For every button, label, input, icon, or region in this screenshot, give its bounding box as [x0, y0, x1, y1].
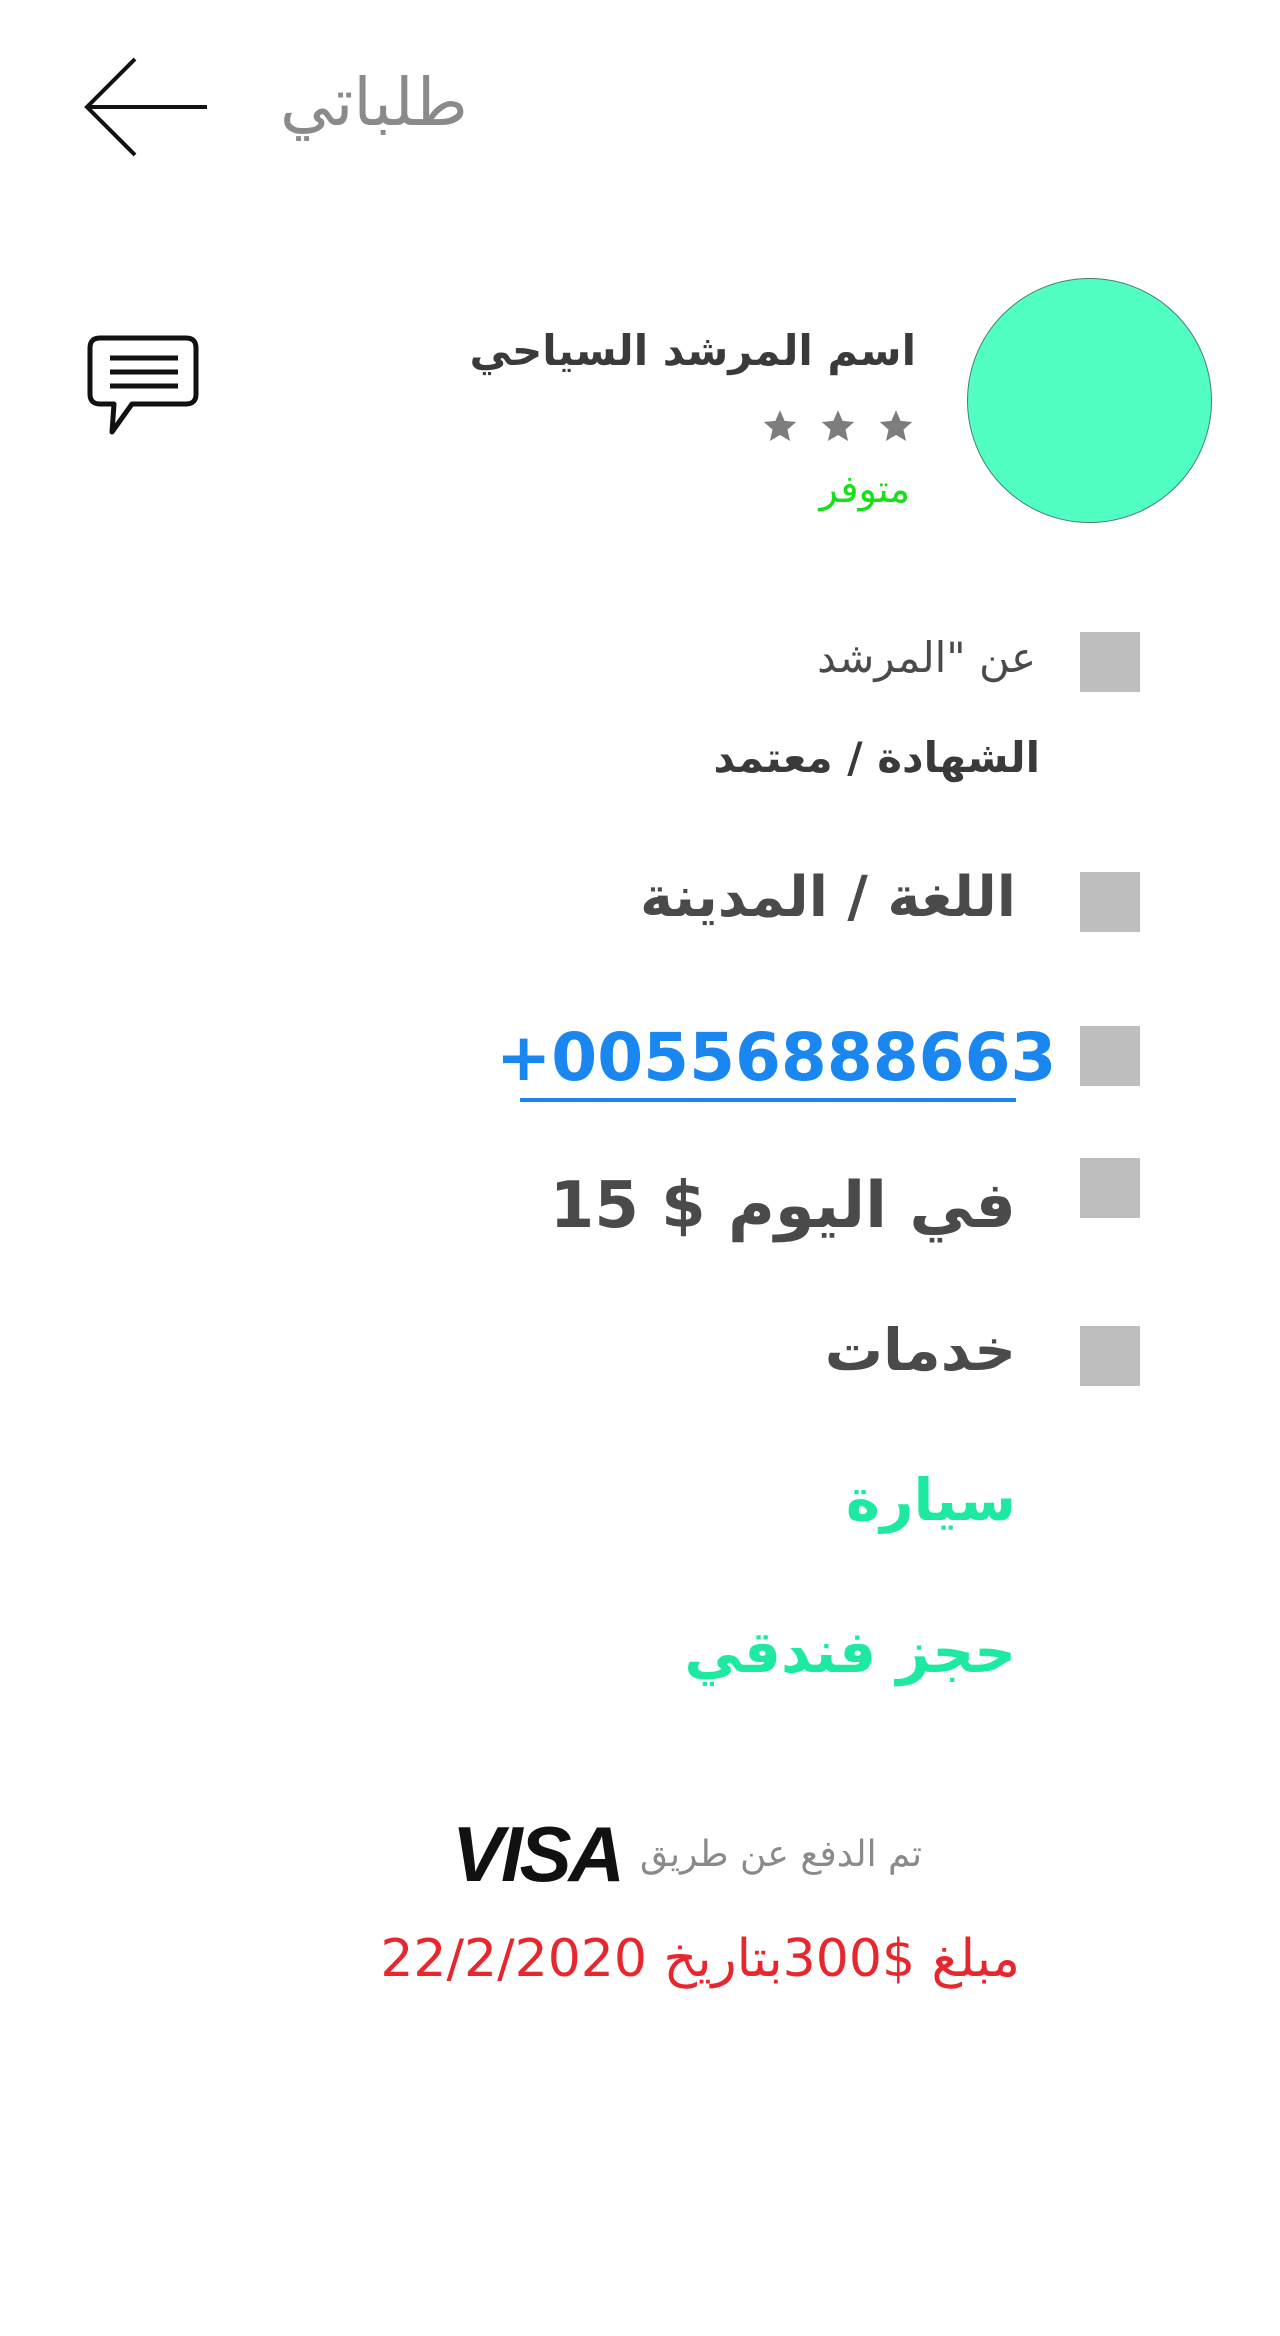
chat-bubble-icon: [87, 335, 199, 435]
star-icon: [879, 410, 913, 441]
guide-name: اسم المرشد السياحي: [469, 326, 916, 375]
star-icon: [763, 410, 797, 441]
services-bullet: [1080, 1326, 1140, 1386]
service-item-hotel: حجز فندقي: [684, 1618, 1016, 1686]
paid-via-label: تم الدفع عن طريق: [640, 1833, 922, 1875]
visa-logo-icon: VISA: [451, 1810, 625, 1898]
page-title: طلباتي: [280, 64, 468, 141]
about-bullet: [1080, 632, 1140, 692]
phone-underline: [520, 1098, 1016, 1102]
chat-button[interactable]: [86, 334, 200, 438]
payment-method: تم الدفع عن طريق VISA: [402, 1814, 922, 1894]
certificate-label: الشهادة / معتمد: [713, 733, 1040, 782]
daily-price-label: في اليوم $ 15: [549, 1169, 1016, 1243]
services-label: خدمات: [824, 1316, 1016, 1384]
about-guide-label: عن "المرشد: [817, 633, 1036, 682]
guide-avatar: [967, 278, 1212, 523]
star-icon: [821, 410, 855, 441]
availability-status: متوفر: [819, 467, 910, 511]
price-bullet: [1080, 1158, 1140, 1218]
language-city-label: اللغة / المدينة: [639, 865, 1016, 930]
service-item-car: سيارة: [845, 1466, 1016, 1534]
back-button[interactable]: [78, 50, 214, 164]
phone-bullet: [1080, 1026, 1140, 1086]
phone-link[interactable]: +00556888663: [496, 1012, 1056, 1104]
language-bullet: [1080, 872, 1140, 932]
arrow-left-icon: [84, 57, 207, 157]
payment-amount: مبلغ $300بتاريخ 22/2/2020: [380, 1929, 1020, 1989]
rating-stars: [714, 396, 914, 456]
